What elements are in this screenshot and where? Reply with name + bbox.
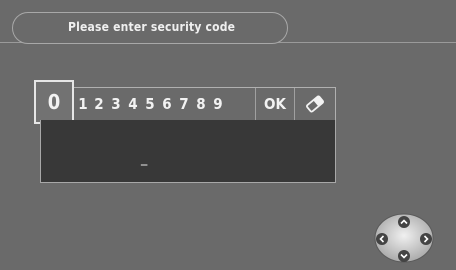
key-8[interactable]: 8 (193, 88, 209, 120)
key-5[interactable]: 5 (142, 88, 158, 120)
nav-left-icon[interactable] (375, 231, 389, 245)
code-keypad: 0 1 2 3 4 5 6 7 8 9 OK (34, 80, 336, 124)
eraser-icon (304, 95, 326, 113)
nav-down-icon[interactable] (397, 248, 411, 262)
key-3[interactable]: 3 (108, 88, 124, 120)
erase-button[interactable] (295, 88, 335, 120)
code-entry-field[interactable]: _ (40, 120, 336, 183)
nav-up-icon[interactable] (397, 214, 411, 228)
remote-navigation (372, 212, 436, 264)
key-9[interactable]: 9 (210, 88, 226, 120)
key-4[interactable]: 4 (125, 88, 141, 120)
entry-cursor: _ (141, 150, 148, 166)
ok-button[interactable]: OK (256, 88, 294, 120)
page-title: Please enter security code (68, 20, 236, 34)
key-0[interactable]: 0 (34, 80, 74, 124)
nav-right-icon[interactable] (419, 231, 433, 245)
key-6[interactable]: 6 (159, 88, 175, 120)
security-code-screen: Please enter security code 0 1 2 3 4 5 6… (0, 0, 456, 270)
key-7[interactable]: 7 (176, 88, 192, 120)
key-1[interactable]: 1 (75, 88, 91, 120)
key-2[interactable]: 2 (91, 88, 107, 120)
